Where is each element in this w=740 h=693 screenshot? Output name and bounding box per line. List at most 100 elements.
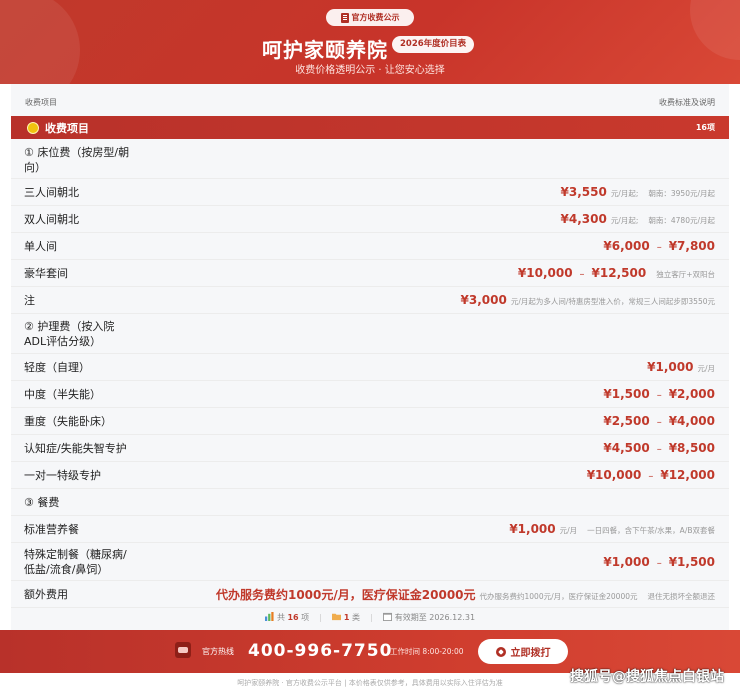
range-dash: – (579, 269, 585, 280)
official-badge-label: 官方收费公示 (351, 13, 400, 22)
price-unit: 元/月 (697, 364, 715, 373)
total-suffix: 项 (301, 613, 310, 622)
row-name: ① 床位费（按房型/朝 向） (24, 145, 130, 174)
row-price: ¥1,000 元/月 一日四餐，含下午茶/水果，A/B双套餐 (509, 522, 715, 536)
section-count: 16项 (695, 123, 715, 132)
price-value-max: ¥12,000 (660, 468, 715, 482)
table-row: 标准营养餐 ¥1,000 元/月 一日四餐，含下午茶/水果，A/B双套餐 (11, 516, 729, 543)
divider: | (319, 613, 322, 622)
page-header: 官方收费公示 呵护家颐养院 2026年度价目表 收费价格透明公示 · 让您安心选… (0, 0, 740, 84)
page-subtitle: 收费价格透明公示 · 让您安心选择 (295, 65, 445, 76)
chart-icon (264, 612, 274, 621)
section-header[interactable]: 收费项目 16项 (11, 116, 729, 139)
watermark: 搜狐号@搜狐焦点白银站 (570, 669, 724, 685)
summary-stats: 共 16 项 | 1 类 | 有效期至 2026.12.31 (11, 612, 729, 623)
price-value: ¥4,300 (560, 212, 607, 226)
price-value: 代办服务费约1000元/月，医疗保证金20000元 (215, 587, 476, 602)
table-row: 单人间 ¥6,000– ¥7,800 (11, 233, 729, 260)
price-unit: 代办服务费约1000元/月，医疗保证金20000元 (479, 591, 638, 601)
price-value-max: ¥7,800 (668, 239, 715, 253)
table-row: 认知症/失能失智专护 ¥4,500– ¥8,500 (11, 435, 729, 462)
section-title: 收费项目 (45, 121, 89, 135)
row-name: 豪华套间 (24, 266, 68, 280)
valid-until: 有效期至 2026.12.31 (382, 612, 476, 623)
price-value: ¥10,000 (586, 468, 642, 482)
row-name: 注 (24, 293, 35, 307)
medal-icon (27, 121, 39, 134)
row-price: ¥10,000– ¥12,500 独立客厅+双阳台 (518, 266, 715, 280)
price-value: ¥1,000 (647, 360, 694, 374)
price-value-max: ¥12,500 (591, 266, 647, 280)
price-unit: 元/月起; (610, 216, 639, 225)
row-name: 单人间 (24, 239, 57, 253)
price-value: ¥4,500 (603, 441, 650, 455)
price-note: 朝南：4780元/月起 (648, 216, 715, 225)
column-header-standard: 收费标准及说明 (659, 98, 715, 107)
price-value-max: ¥8,500 (668, 441, 715, 455)
table-row: 重度（失能卧床） ¥2,500– ¥4,000 (11, 408, 729, 435)
row-name: 三人间朝北 (24, 185, 79, 199)
price-note: 退住无损坏全额退还 (647, 591, 716, 601)
range-dash: – (656, 242, 662, 253)
price-value: ¥2,500 (603, 414, 650, 428)
table-row: 注 ¥3,000 元/月起为多人间/特惠房型准入价，常规三人间起步即3550元 (11, 287, 729, 314)
category-number: 1 (343, 613, 350, 622)
price-unit: 元/月起; (610, 189, 639, 198)
row-name: 认知症/失能失智专护 (24, 441, 127, 455)
call-now-button[interactable]: 立即拨打 (478, 639, 568, 664)
row-price: ¥2,500– ¥4,000 (603, 414, 715, 428)
range-dash: – (656, 557, 662, 569)
row-price: ¥4,500– ¥8,500 (603, 441, 715, 455)
hotline-label: 官方热线 (202, 647, 234, 656)
row-price: ¥10,000– ¥12,000 (587, 468, 715, 482)
row-price: 代办服务费约1000元/月，医疗保证金20000元 代办服务费约1000元/月，医… (216, 586, 715, 603)
price-note: 朝南：3950元/月起 (648, 189, 715, 198)
row-name: 轻度（自理） (24, 360, 90, 374)
table-row: 豪华套间 ¥10,000– ¥12,500 独立客厅+双阳台 (11, 260, 729, 287)
total-count: 16 (287, 613, 299, 622)
row-name: 一对一特级专护 (24, 468, 101, 482)
row-price: ¥3,000 元/月起为多人间/特惠房型准入价，常规三人间起步即3550元 (461, 293, 715, 307)
table-column-headers: 收费项目 收费标准及说明 (25, 97, 715, 108)
price-note: 一日四餐，含下午茶/水果，A/B双套餐 (587, 526, 715, 535)
price-value-max: ¥1,500 (668, 554, 715, 569)
price-value-max: ¥4,000 (668, 414, 715, 428)
row-name: 中度（半失能） (24, 387, 101, 401)
table-row: ③ 餐费 (11, 489, 729, 516)
row-name: ③ 餐费 (24, 495, 60, 509)
decor-circle (690, 0, 740, 60)
folder-icon (331, 613, 341, 621)
price-unit: 元/月 (559, 526, 578, 535)
table-row: 一对一特级专护 ¥10,000– ¥12,000 (11, 462, 729, 489)
row-price: ¥1,000 元/月 (647, 360, 715, 374)
table-row: 三人间朝北 ¥3,550 元/月起; 朝南：3950元/月起 (11, 179, 729, 206)
range-dash: – (656, 444, 662, 455)
row-name: 额外费用 (24, 587, 68, 601)
category-count: 1 类 (331, 612, 360, 623)
working-hours: 工作时间 8:00-20:00 (390, 647, 464, 656)
table-row: 双人间朝北 ¥4,300 元/月起; 朝南：4780元/月起 (11, 206, 729, 233)
call-now-label: 立即拨打 (510, 648, 551, 659)
hotline-number[interactable]: 400-996-7750 (248, 641, 392, 661)
table-row: 特殊定制餐（糖尿病/ 低盐/流食/鼻饲） ¥1,000– ¥1,500 (11, 543, 729, 581)
price-value: ¥1,500 (603, 387, 650, 401)
table-row: 轻度（自理） ¥1,000 元/月 (11, 354, 729, 381)
table-row: 额外费用 代办服务费约1000元/月，医疗保证金20000元 代办服务费约1000元… (11, 581, 729, 608)
row-name: 标准营养餐 (24, 522, 79, 536)
category-suffix: 类 (352, 613, 360, 622)
price-value: ¥1,000 (509, 522, 556, 536)
document-icon (340, 12, 349, 23)
official-badge: 官方收费公示 (326, 9, 414, 26)
total-items: 共 16 项 (264, 612, 310, 623)
range-dash: – (648, 471, 654, 482)
table-row: ① 床位费（按房型/朝 向） (11, 141, 729, 179)
row-name: 重度（失能卧床） (24, 414, 112, 428)
price-value: ¥3,000 (460, 293, 507, 307)
row-price: ¥3,550 元/月起; 朝南：3950元/月起 (561, 185, 716, 199)
valid-date: 有效期至 2026.12.31 (394, 613, 476, 622)
page-title: 呵护家颐养院 (262, 38, 388, 62)
row-price: ¥4,300 元/月起; 朝南：4780元/月起 (561, 212, 716, 226)
price-unit: 元/月起为多人间/特惠房型准入价，常规三人间起步即3550元 (510, 297, 715, 306)
table-row: 中度（半失能） ¥1,500– ¥2,000 (11, 381, 729, 408)
column-header-item: 收费项目 (25, 98, 57, 107)
